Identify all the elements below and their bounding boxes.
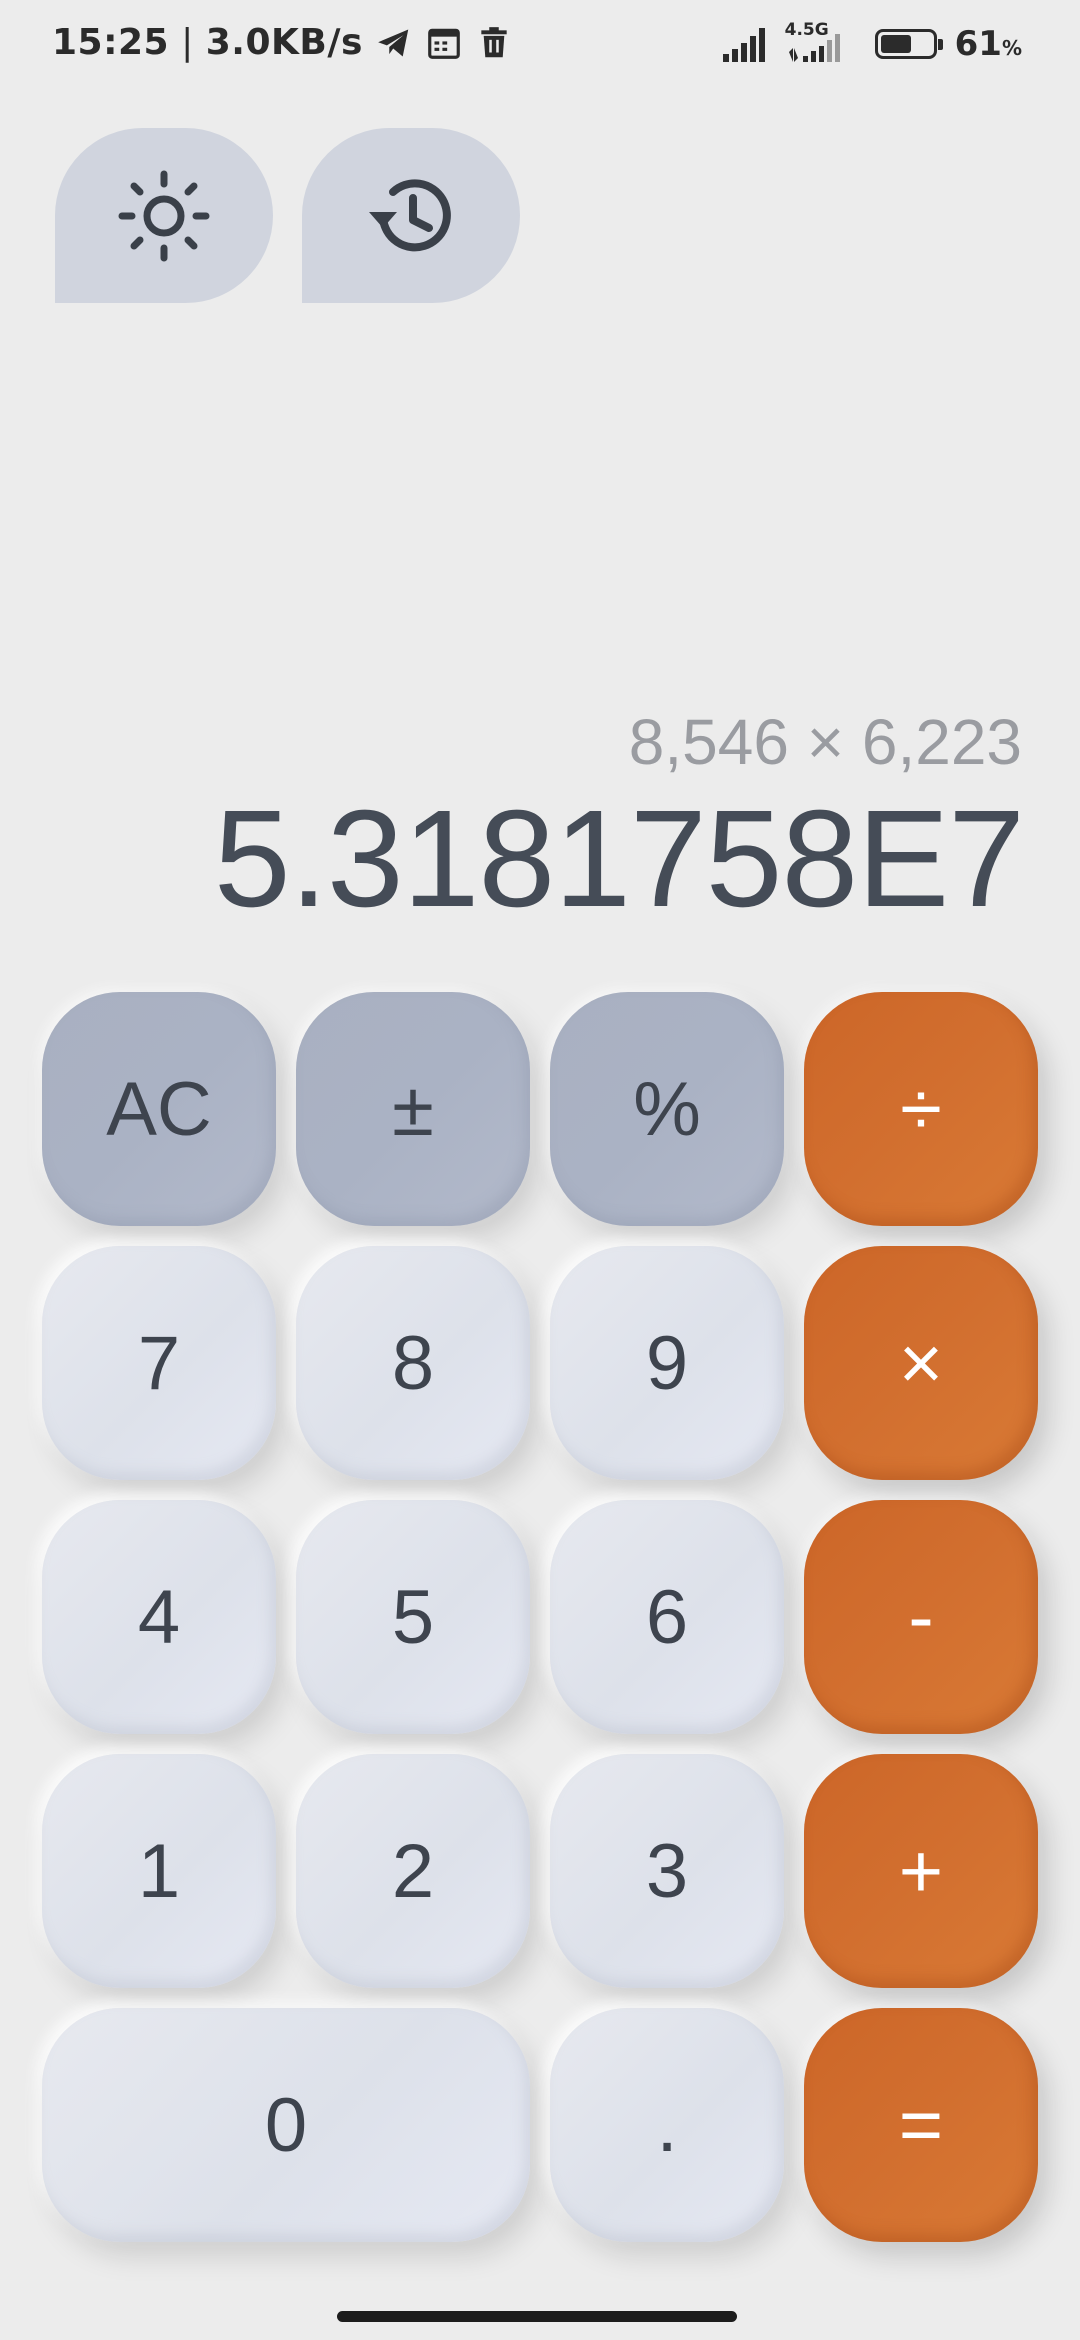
network-indicator: 4.5G <box>785 20 855 64</box>
multiply-button[interactable]: × <box>804 1246 1038 1480</box>
digit-8-button[interactable]: 8 <box>296 1246 530 1480</box>
decimal-button[interactable]: . <box>550 2008 784 2242</box>
calendar-icon <box>428 28 460 59</box>
digit-5-button[interactable]: 5 <box>296 1500 530 1734</box>
home-indicator[interactable] <box>337 2311 737 2322</box>
digit-4-button[interactable]: 4 <box>42 1500 276 1734</box>
digit-1-button[interactable]: 1 <box>42 1754 276 1988</box>
history-icon <box>369 178 451 251</box>
status-separator: | <box>181 22 194 63</box>
trash-icon <box>481 26 507 57</box>
telegram-icon <box>378 29 409 56</box>
divide-button[interactable]: ÷ <box>804 992 1038 1226</box>
plus-minus-button[interactable]: ± <box>296 992 530 1226</box>
digit-3-button[interactable]: 3 <box>550 1754 784 1988</box>
clear-button[interactable]: AC <box>42 992 276 1226</box>
history-button[interactable] <box>302 128 520 303</box>
brightness-icon <box>118 170 210 261</box>
digit-6-button[interactable]: 6 <box>550 1500 784 1734</box>
equals-button[interactable]: = <box>804 2008 1038 2242</box>
battery-percent-value: 61 <box>954 24 1002 64</box>
digit-7-button[interactable]: 7 <box>42 1246 276 1480</box>
expression-display: 8,546 × 6,223 <box>628 706 1022 778</box>
battery-percent-unit: % <box>1001 36 1022 60</box>
status-time: 15:25 <box>52 22 170 63</box>
digit-2-button[interactable]: 2 <box>296 1754 530 1988</box>
status-bar: 15:25 | 3.0KB/s 4.5G 61% <box>0 0 1080 95</box>
minus-button[interactable]: - <box>804 1500 1038 1734</box>
status-left: 15:25 | 3.0KB/s <box>52 22 513 63</box>
digit-0-button[interactable]: 0 <box>42 2008 530 2242</box>
signal-2-icon <box>788 34 840 62</box>
status-speed: 3.0KB/s <box>205 22 363 63</box>
percent-button[interactable]: % <box>550 992 784 1226</box>
battery-percent: 61% <box>955 24 1022 64</box>
status-right: 4.5G 61% <box>722 20 1022 64</box>
battery-icon <box>874 29 943 59</box>
digit-9-button[interactable]: 9 <box>550 1246 784 1480</box>
battery-fill <box>880 35 912 53</box>
result-display: 5.3181758E7 <box>213 782 1025 936</box>
plus-button[interactable]: + <box>804 1754 1038 1988</box>
signal-icon <box>722 28 765 62</box>
theme-button[interactable] <box>55 128 273 303</box>
